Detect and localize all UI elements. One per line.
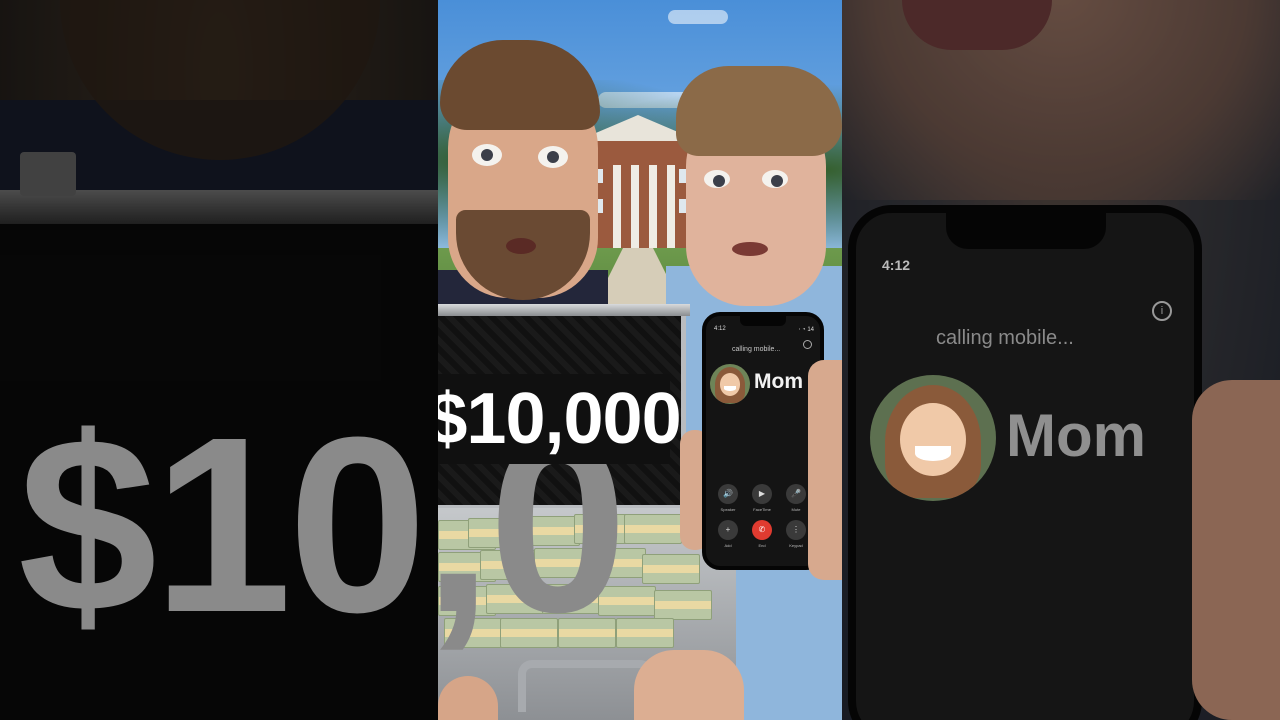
phone-status: ⋅ ◔ 14 xyxy=(798,327,814,333)
add-icon[interactable]: + xyxy=(718,520,738,540)
thumbnail-frame: $10,0 4:12 i calling mobile... Mom $10,0… xyxy=(0,0,1280,720)
suitcase-rim xyxy=(438,304,690,316)
blurred-latch xyxy=(20,152,76,196)
phone-hand xyxy=(808,360,842,580)
speaker-icon[interactable]: 🔊 xyxy=(718,484,738,504)
hand-middle xyxy=(634,650,744,720)
call-status: calling mobile... xyxy=(732,346,781,353)
phone-call-screen: 4:12 ⋅ ◔ 14 calling mobile... Mom 🔊 Spea… xyxy=(702,312,824,570)
amount-text: $10,000 xyxy=(438,379,682,459)
facetime-icon[interactable]: ▶ xyxy=(752,484,772,504)
blurred-case-rim xyxy=(0,190,438,224)
speaker-label: Speaker xyxy=(720,507,736,512)
end-label: End xyxy=(758,543,766,548)
blurred-call-status: calling mobile... xyxy=(936,327,1074,349)
info-icon xyxy=(803,340,812,349)
blurred-phone-time: 4:12 xyxy=(882,257,911,273)
amount-banner: $10,000 xyxy=(438,374,682,464)
blurred-beard xyxy=(60,0,380,160)
contact-name: Mom xyxy=(754,370,803,393)
info-icon: i xyxy=(1152,301,1172,321)
phone-time: 4:12 xyxy=(714,326,726,332)
blurred-mouth xyxy=(902,0,1052,50)
phone-notch xyxy=(740,316,786,326)
end-call-icon[interactable]: ✆ xyxy=(752,520,772,540)
blurred-hand xyxy=(1192,380,1280,720)
add-label: Add xyxy=(724,543,732,548)
blurred-face xyxy=(842,0,1280,200)
blurred-shirt xyxy=(0,100,438,220)
blurred-contact-name: Mom xyxy=(1006,402,1146,469)
blurred-phone-notch xyxy=(946,213,1106,249)
mute-icon[interactable]: 🎤 xyxy=(786,484,806,504)
keypad-icon[interactable]: ⋮ xyxy=(786,520,806,540)
memoji-avatar-icon xyxy=(710,364,750,404)
cloud xyxy=(668,10,728,24)
facetime-label: FaceTime xyxy=(753,507,771,512)
memoji-avatar-icon xyxy=(870,375,996,501)
person-left xyxy=(438,40,608,350)
blurred-phone: 4:12 i calling mobile... Mom xyxy=(848,205,1202,720)
